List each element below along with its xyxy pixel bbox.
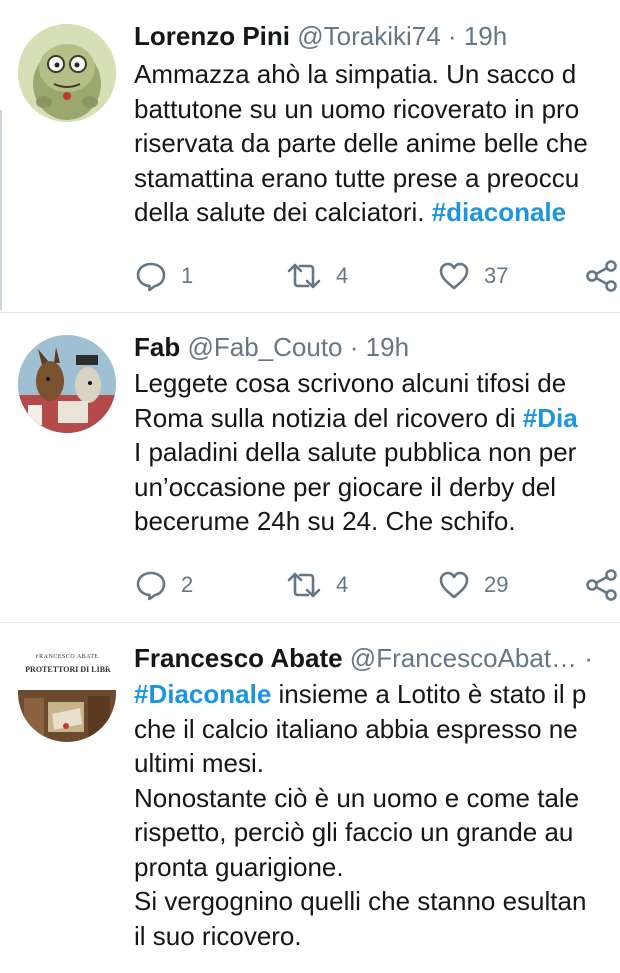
tweet-line: della salute dei calciatori. #diaconale [134,197,567,227]
retweet-icon [287,263,321,289]
reply-icon [136,571,166,601]
tweet-line: riservata da parte delle anime belle che [134,128,588,158]
tweet-line: Roma sulla notizia del ricovero di #Dia [134,402,578,433]
avatar[interactable] [18,335,116,433]
hashtag-link[interactable]: #diaconale [432,197,566,227]
avatar[interactable] [18,24,116,122]
retweet-icon [287,572,321,598]
tweet-line: ultimi mesi. [134,748,265,778]
reply-button[interactable]: 2 [135,565,193,605]
reply-count: 1 [181,263,194,288]
tweet-line: battutone su un uomo ricoverato in pro [134,93,580,124]
separator-dot: · [584,643,593,673]
like-count: 29 [484,572,509,597]
timestamp[interactable]: 19h [464,21,507,51]
separator-dot: · [447,21,457,51]
avatar[interactable]: FRANCESCO ABATE I PROTETTORI DI LIBRI [18,644,116,742]
tweet-header: Fab @Fab_Couto · 19h [134,330,409,364]
reply-button[interactable]: 1 [135,256,193,296]
tweet-line: I paladini della salute pubblica non per [134,437,577,467]
avatar-caption: FRANCESCO ABATE I PROTETTORI DI LIBRI [20,654,114,674]
avatar-image [18,24,116,122]
tweet-line: Ammazza ahò la simpatia. Un sacco d [134,59,577,89]
user-handle[interactable]: @Fab_Couto [187,332,342,362]
tweet-line: #Diaconale insieme a Lotito è stato il p [134,679,587,709]
retweet-button[interactable]: 4 [286,565,348,605]
share-icon [586,260,617,292]
reply-count: 2 [181,572,194,597]
share-button[interactable] [585,256,619,296]
user-handle[interactable]: @FrancescoAbat… [350,643,577,673]
like-icon [439,262,469,290]
share-button[interactable] [585,565,619,605]
user-handle[interactable]: @Torakiki74 [297,21,440,51]
retweet-count: 4 [336,572,349,597]
user-name[interactable]: Francesco Abate [134,643,343,673]
tweet-line: Nonostante ciò è un uomo e come tale [134,782,580,813]
tweet-header: Francesco Abate @FrancescoAbat… · [134,641,593,675]
separator-dot: · [349,332,359,362]
tweet-text: #Diaconale insieme a Lotito è stato il p… [134,677,620,953]
tweet-line: un’occasione per giocare il derby del [134,471,557,502]
tweet-line: becerume 24h su 24. Che schifo. [134,506,516,536]
user-name[interactable]: Fab [134,332,180,362]
tweet-line: rispetto, perciò gli faccio un grande au [134,817,574,847]
like-button[interactable]: 29 [438,565,508,605]
tweet-actions: 1 4 37 [0,256,620,296]
tweet-line: pronta guarigione. [134,851,344,882]
hashtag-link[interactable]: #Dia [523,403,578,433]
tweet[interactable]: FRANCESCO ABATE I PROTETTORI DI LIBRI Fr… [0,623,620,973]
tweet-header: Lorenzo Pini @Torakiki74 · 19h [134,19,507,53]
avatar-image [18,335,116,433]
like-button[interactable]: 37 [438,256,508,296]
share-icon [586,569,617,601]
timestamp[interactable]: 19h [366,332,409,362]
tweet[interactable]: Fab @Fab_Couto · 19h Leggete cosa scrivo… [0,313,620,622]
tweet-line: stamattina erano tutte prese a preoccu [134,162,580,193]
tweet-line: Si vergognino quelli che stanno esultan [134,886,587,916]
reply-icon [136,262,166,292]
tweet-actions: 2 4 29 [0,565,620,605]
tweet-line: il suo ricovero. [134,920,302,951]
like-count: 37 [484,263,509,288]
tweet-line: Leggete cosa scrivono alcuni tifosi de [134,368,567,398]
retweet-count: 4 [336,263,349,288]
user-name[interactable]: Lorenzo Pini [134,21,290,51]
retweet-button[interactable]: 4 [286,256,348,296]
tweet[interactable]: Lorenzo Pini @Torakiki74 · 19h Ammazza a… [0,0,620,312]
like-icon [439,571,469,599]
hashtag-link[interactable]: #Diaconale [134,679,271,709]
tweet-text: Leggete cosa scrivono alcuni tifosi de R… [134,366,620,539]
tweet-line: che il calcio italiano abbia espresso ne [134,713,578,744]
tweet-text: Ammazza ahò la simpatia. Un sacco d batt… [134,57,620,230]
